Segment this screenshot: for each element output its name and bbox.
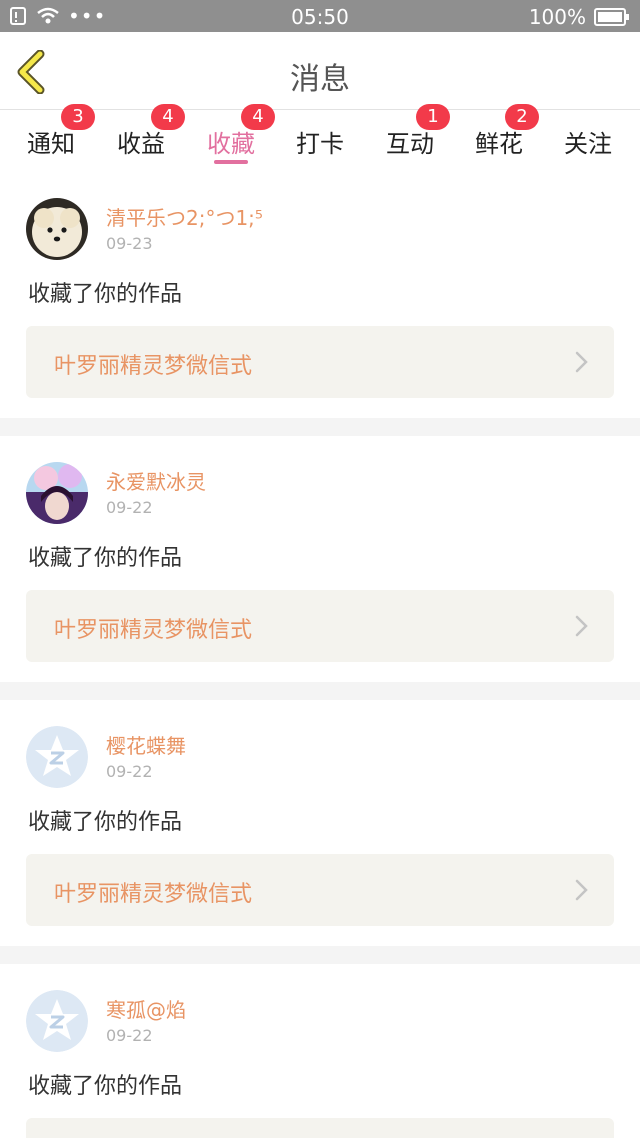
avatar[interactable] <box>26 198 88 260</box>
work-title: 叶罗丽精灵梦微信式 <box>54 618 253 643</box>
tab-bar: 通知 3 收益 4 收藏 4 打卡 互动 1 鲜花 2 关注 <box>0 104 640 172</box>
username[interactable]: 永爱默冰灵 <box>106 466 206 495</box>
back-arrow-icon <box>17 49 45 95</box>
message-text: 收藏了你的作品 <box>28 1074 183 1099</box>
tab-earnings[interactable]: 收益 4 <box>101 104 185 172</box>
battery-percent: 100% <box>528 5 586 29</box>
tab-label: 打卡 <box>296 130 344 158</box>
doll-avatar-image <box>26 462 88 524</box>
message-card: 永爱默冰灵 09-22 收藏了你的作品 叶罗丽精灵梦微信式 <box>0 436 640 682</box>
work-link[interactable]: 叶罗丽精灵梦微信式 <box>26 590 614 662</box>
default-avatar-icon <box>26 726 88 788</box>
message-card: 寒孤@焰 09-22 收藏了你的作品 <box>0 964 640 1138</box>
default-avatar-icon <box>26 990 88 1052</box>
message-card: 樱花蝶舞 09-22 收藏了你的作品 叶罗丽精灵梦微信式 <box>0 700 640 946</box>
active-tab-indicator <box>214 160 248 164</box>
message-text: 收藏了你的作品 <box>28 546 183 571</box>
tab-favorites[interactable]: 收藏 4 <box>191 104 275 172</box>
battery-status: 100% <box>529 5 630 29</box>
message-text: 收藏了你的作品 <box>28 810 183 835</box>
page-title: 消息 <box>290 62 350 97</box>
tab-checkin[interactable]: 打卡 <box>280 110 360 172</box>
work-link[interactable] <box>26 1118 614 1138</box>
tab-badge: 4 <box>241 104 275 130</box>
battery-icon <box>594 8 629 26</box>
dog-avatar-image <box>26 198 88 260</box>
avatar[interactable] <box>26 726 88 788</box>
status-bar: ••• 05:50 100% <box>0 0 640 32</box>
tab-follow[interactable]: 关注 <box>548 110 628 172</box>
tab-badge: 4 <box>151 104 185 130</box>
chevron-right-icon <box>575 879 588 901</box>
avatar[interactable] <box>26 990 88 1052</box>
back-button[interactable] <box>14 49 50 95</box>
tab-flowers[interactable]: 鲜花 2 <box>459 104 539 172</box>
avatar[interactable] <box>26 462 88 524</box>
message-date: 09-22 <box>106 498 153 517</box>
tab-badge: 2 <box>505 104 539 130</box>
nav-bar: 消息 <box>0 32 640 110</box>
username[interactable]: 寒孤@焰 <box>106 994 186 1023</box>
work-link[interactable]: 叶罗丽精灵梦微信式 <box>26 326 614 398</box>
tab-badge: 3 <box>61 104 95 130</box>
message-date: 09-22 <box>106 1026 153 1045</box>
chevron-right-icon <box>575 351 588 373</box>
username[interactable]: 清平乐つ2;°つ1;⁵ <box>106 202 263 231</box>
work-title: 叶罗丽精灵梦微信式 <box>54 882 253 907</box>
message-text: 收藏了你的作品 <box>28 282 183 307</box>
message-date: 09-22 <box>106 762 153 781</box>
tab-interactions[interactable]: 互动 1 <box>370 104 450 172</box>
work-title: 叶罗丽精灵梦微信式 <box>54 354 253 379</box>
chevron-right-icon <box>575 615 588 637</box>
username[interactable]: 樱花蝶舞 <box>106 730 186 759</box>
message-card: 清平乐つ2;°つ1;⁵ 09-23 收藏了你的作品 叶罗丽精灵梦微信式 <box>0 172 640 418</box>
tab-badge: 1 <box>416 104 450 130</box>
work-link[interactable]: 叶罗丽精灵梦微信式 <box>26 854 614 926</box>
tab-label: 关注 <box>564 130 612 158</box>
message-date: 09-23 <box>106 234 153 253</box>
tab-notifications[interactable]: 通知 3 <box>11 104 95 172</box>
